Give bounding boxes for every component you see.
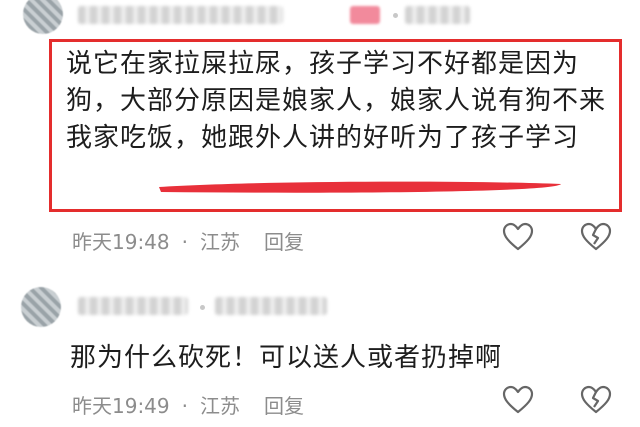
comment-location: 江苏	[200, 394, 240, 418]
user-tag-blurred	[405, 6, 470, 24]
separator: ·	[181, 230, 188, 254]
dislike-broken-heart-icon[interactable]	[580, 222, 612, 252]
red-underline-mark	[159, 181, 561, 193]
like-heart-icon[interactable]	[502, 222, 534, 252]
username-blurred[interactable]	[78, 297, 188, 315]
comment-meta: 昨天19:49 · 江苏 回复	[72, 390, 304, 419]
dislike-broken-heart-icon[interactable]	[580, 385, 612, 415]
comment-text: 那为什么砍死！可以送人或者扔掉啊	[70, 343, 503, 373]
comment-location: 江苏	[200, 230, 240, 254]
avatar[interactable]	[23, 0, 63, 34]
user-tag-blurred	[215, 297, 327, 315]
like-heart-icon[interactable]	[502, 385, 534, 415]
author-badge	[350, 6, 380, 24]
reply-button[interactable]: 回复	[264, 230, 304, 254]
separator-dot	[393, 13, 398, 18]
comment-meta: 昨天19:48 · 江苏 回复	[72, 226, 304, 255]
username-blurred[interactable]	[78, 6, 283, 24]
comment-time: 昨天19:48	[72, 230, 170, 254]
reply-button[interactable]: 回复	[264, 394, 304, 418]
comment-time: 昨天19:49	[72, 394, 170, 418]
avatar[interactable]	[21, 287, 61, 327]
separator-dot	[200, 305, 205, 310]
comment-text: 说它在家拉屎拉尿，孩子学习不好都是因为狗，大部分原因是娘家人，娘家人说有狗不来我…	[66, 49, 607, 153]
separator: ·	[181, 394, 188, 418]
